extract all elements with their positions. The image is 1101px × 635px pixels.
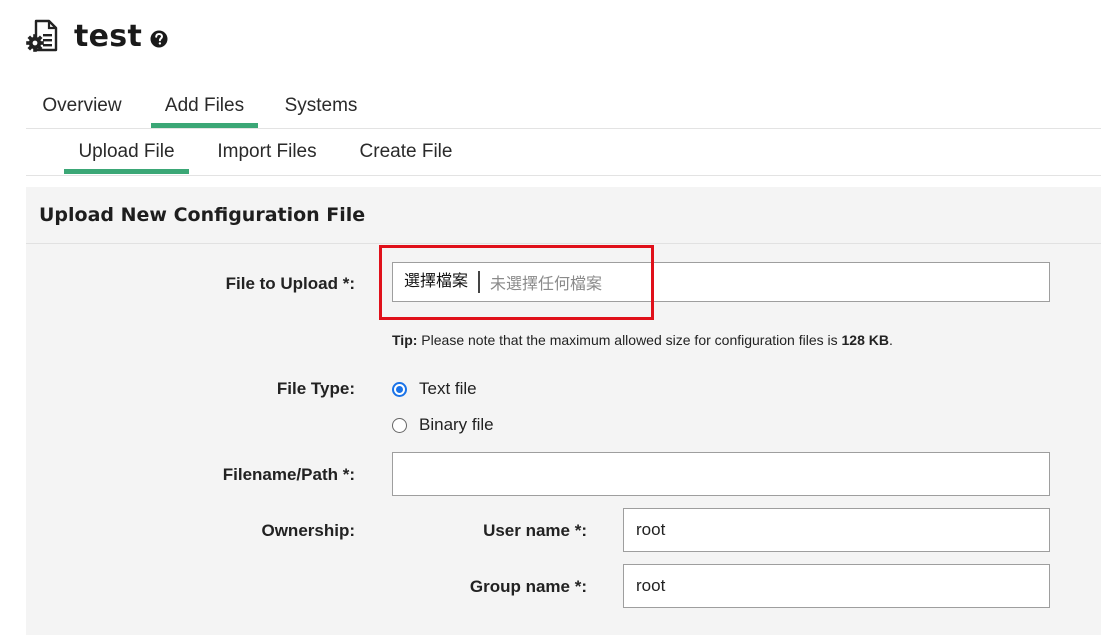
question-circle-icon[interactable] bbox=[150, 30, 168, 48]
tab-create-file[interactable]: Create File bbox=[346, 132, 466, 174]
panel-header: Upload New Configuration File bbox=[26, 187, 1101, 244]
tip-prefix: Tip: bbox=[392, 332, 418, 348]
size-tip: Tip: Please note that the maximum allowe… bbox=[392, 332, 893, 348]
radio-button-selected[interactable] bbox=[392, 381, 407, 397]
filename-path-input[interactable] bbox=[392, 452, 1050, 496]
file-status-text: 未選擇任何檔案 bbox=[490, 276, 603, 293]
primary-tabs: Overview Add Files Systems bbox=[26, 86, 1101, 129]
tip-suffix: . bbox=[888, 332, 893, 348]
tip-text: Please note that the maximum allowed siz… bbox=[417, 332, 842, 348]
ownership-label: Ownership: bbox=[261, 521, 355, 540]
user-name-input[interactable]: root bbox=[623, 508, 1050, 552]
file-type-label: File Type: bbox=[276, 379, 355, 398]
tab-upload-file[interactable]: Upload File bbox=[64, 132, 189, 174]
radio-text-file[interactable]: Text file bbox=[392, 379, 477, 399]
choose-file-button[interactable]: 選擇檔案 bbox=[393, 271, 481, 293]
upload-panel: Upload New Configuration File File to Up… bbox=[26, 187, 1101, 635]
page-title: test bbox=[74, 18, 143, 54]
file-gear-icon bbox=[26, 19, 58, 52]
tab-add-files[interactable]: Add Files bbox=[151, 86, 258, 128]
page: test Overview Add Files Systems Upload F… bbox=[0, 0, 1101, 635]
panel-title: Upload New Configuration File bbox=[39, 204, 366, 226]
radio-text-file-label: Text file bbox=[419, 379, 477, 398]
page-header: test bbox=[26, 14, 168, 58]
file-upload-input[interactable]: 選擇檔案 未選擇任何檔案 bbox=[392, 262, 1050, 302]
radio-binary-file[interactable]: Binary file bbox=[392, 415, 494, 435]
user-name-label: User name *: bbox=[483, 521, 587, 540]
tab-overview[interactable]: Overview bbox=[26, 86, 138, 128]
filename-path-label: Filename/Path *: bbox=[222, 465, 355, 484]
tab-systems[interactable]: Systems bbox=[271, 86, 371, 128]
radio-button-unselected[interactable] bbox=[392, 417, 407, 433]
group-name-input[interactable]: root bbox=[623, 564, 1050, 608]
tab-import-files[interactable]: Import Files bbox=[204, 132, 330, 174]
tip-size: 128 KB bbox=[841, 332, 889, 348]
file-to-upload-label: File to Upload *: bbox=[225, 274, 355, 293]
radio-binary-file-label: Binary file bbox=[419, 415, 494, 434]
secondary-tabs: Upload File Import Files Create File bbox=[26, 132, 1101, 176]
group-name-label: Group name *: bbox=[469, 577, 587, 596]
